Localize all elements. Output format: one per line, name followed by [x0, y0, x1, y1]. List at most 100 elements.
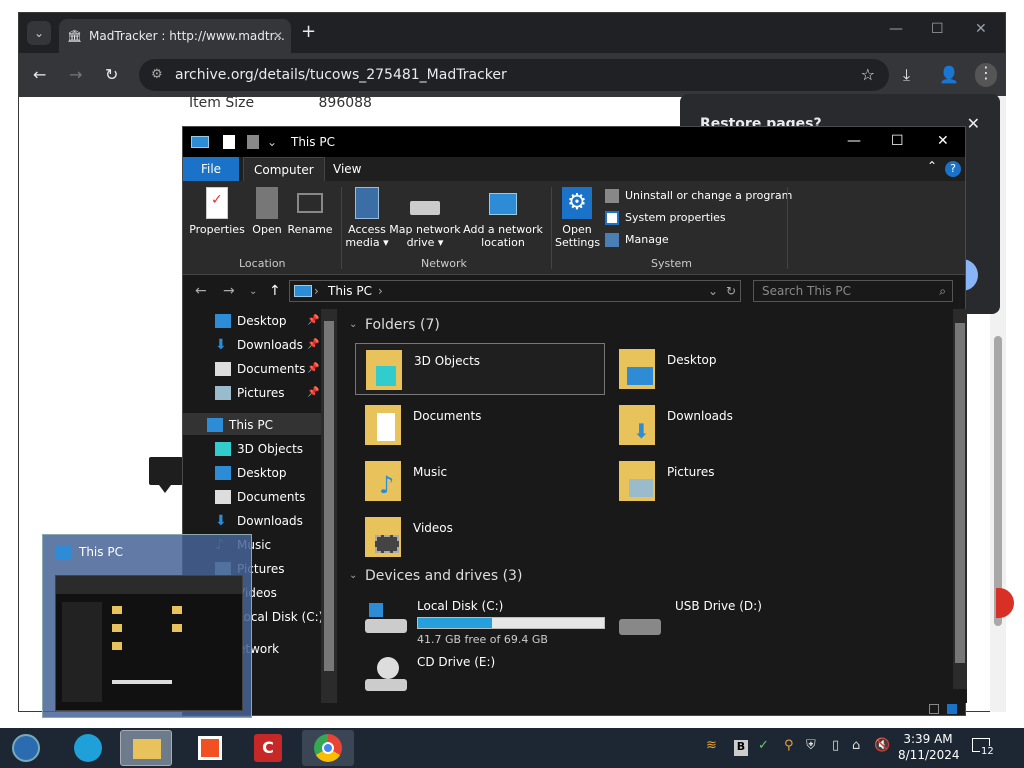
explorer-maximize-icon[interactable]: ☐	[891, 133, 904, 149]
add-network-location-button[interactable]: Add a network location	[463, 187, 543, 249]
taskbar-edge[interactable]	[62, 730, 114, 766]
nav-quick-downloads[interactable]: ⬇ Downloads	[215, 333, 303, 357]
help-icon[interactable]: ?	[945, 161, 961, 177]
folder-documents[interactable]: Documents	[355, 399, 605, 451]
rename-button[interactable]: Rename	[287, 187, 333, 236]
new-folder-qa-icon[interactable]	[247, 135, 259, 149]
open-button[interactable]: Open	[249, 187, 285, 236]
tray-b-icon[interactable]: B	[734, 740, 748, 756]
notifications-button[interactable]: 12	[970, 736, 995, 758]
taskbar-file-explorer[interactable]	[120, 730, 172, 766]
collapse-caret-icon[interactable]: ⌄	[349, 570, 357, 581]
uninstall-label: Uninstall or change a program	[625, 189, 793, 202]
nav-quick-desktop[interactable]: Desktop	[215, 309, 287, 333]
nav-this-pc[interactable]: This PC	[207, 413, 273, 437]
chrome-maximize-icon[interactable]: ☐	[931, 21, 944, 37]
new-tab-plus-icon[interactable]: +	[301, 22, 316, 42]
nav-forward-icon[interactable]: →	[223, 283, 235, 299]
folder-videos[interactable]: Videos	[355, 511, 605, 563]
forward-arrow-icon[interactable]: →	[69, 65, 82, 85]
tab-view[interactable]: View	[323, 157, 371, 181]
folder-3d-objects[interactable]: 3D Objects	[355, 343, 605, 395]
chrome-scrollbar-thumb[interactable]	[994, 336, 1002, 626]
folder-downloads[interactable]: ⬇ Downloads	[609, 399, 859, 451]
ribbon-collapse-icon[interactable]: ⌃	[927, 159, 937, 173]
folder-pictures[interactable]: Pictures	[609, 455, 859, 507]
qa-dropdown-icon[interactable]: ⌄	[267, 135, 277, 149]
taskbar-chrome[interactable]	[302, 730, 354, 766]
system-properties-button[interactable]: System properties	[605, 209, 726, 227]
open-settings-button[interactable]: ⚙ Open Settings	[555, 187, 600, 249]
site-info-icon[interactable]: ⚙	[151, 59, 163, 91]
red-floating-button[interactable]	[996, 588, 1014, 618]
folders-section-header[interactable]: ⌄ Folders (7)	[349, 317, 440, 333]
refresh-icon[interactable]: ↻	[726, 281, 736, 301]
up-arrow-icon[interactable]: ↑	[269, 283, 281, 299]
tray-power-icon[interactable]: ⌂	[852, 738, 860, 753]
restore-close-icon[interactable]: ✕	[967, 114, 980, 133]
chrome-close-icon[interactable]: ✕	[975, 21, 987, 37]
tab-close-icon[interactable]: ✕	[273, 19, 283, 53]
bookmark-star-icon[interactable]: ☆	[861, 59, 875, 91]
nav-downloads[interactable]: ⬇ Downloads	[215, 509, 303, 533]
uninstall-program-button[interactable]: Uninstall or change a program	[605, 187, 792, 205]
tab-computer[interactable]: Computer	[243, 157, 325, 181]
properties-button[interactable]: ✓ Properties	[189, 187, 245, 236]
nav-scrollbar[interactable]	[321, 309, 337, 703]
start-button[interactable]	[4, 730, 48, 766]
explorer-search-input[interactable]: Search This PC ⌕	[753, 280, 953, 302]
address-after-chevron-icon[interactable]: ›	[378, 281, 383, 301]
nav-desktop[interactable]: Desktop	[215, 461, 287, 485]
explorer-address-bar[interactable]: › This PC › ⌄ ↻	[289, 280, 741, 302]
nav-3d-objects[interactable]: 3D Objects	[215, 437, 303, 461]
tray-app-icon[interactable]: ≋	[706, 738, 717, 753]
chrome-minimize-icon[interactable]: —	[889, 21, 903, 37]
explorer-close-icon[interactable]: ✕	[937, 133, 949, 149]
tab-search-chevron-icon[interactable]: ⌄	[27, 21, 51, 45]
nav-scrollbar-thumb[interactable]	[324, 321, 334, 671]
nav-quick-documents[interactable]: Documents	[215, 357, 305, 381]
address-dropdown-icon[interactable]: ⌄	[708, 281, 718, 301]
recent-locations-icon[interactable]: ⌄	[249, 286, 257, 297]
drive-local-disk-c[interactable]: Local Disk (C:) 41.7 GB free of 69.4 GB	[361, 597, 621, 649]
drives-section-header[interactable]: ⌄ Devices and drives (3)	[349, 568, 522, 584]
reload-icon[interactable]: ↻	[105, 65, 118, 85]
drive-usb-d[interactable]: USB Drive (D:)	[615, 597, 875, 649]
taskbar-clock[interactable]: 3:39 AM 8/11/2024	[898, 731, 960, 763]
taskbar-ccleaner[interactable]: C	[242, 730, 294, 766]
collapse-caret-icon[interactable]: ⌄	[349, 319, 357, 330]
access-media-button[interactable]: Access media ▾	[345, 187, 389, 249]
properties-qa-icon[interactable]	[223, 135, 235, 149]
nav-quick-pictures[interactable]: Pictures	[215, 381, 285, 405]
taskbar-store[interactable]	[184, 730, 236, 766]
taskbar-thumbnail-preview[interactable]: This PC	[42, 534, 252, 718]
tray-key-icon[interactable]: ⚲	[784, 738, 794, 753]
explorer-minimize-icon[interactable]: —	[847, 133, 861, 149]
large-icons-view-icon[interactable]	[947, 704, 957, 714]
nav-documents[interactable]: Documents	[215, 485, 305, 509]
tray-shield-icon[interactable]: ⛨	[806, 738, 816, 753]
chrome-tab[interactable]: 🏛 MadTracker : http://www.madtr... ✕	[59, 19, 291, 53]
address-bar[interactable]: ⚙ archive.org/details/tucows_275481_MadT…	[139, 59, 889, 91]
profile-icon[interactable]: 👤	[939, 65, 959, 85]
content-scrollbar-thumb[interactable]	[955, 323, 965, 663]
content-scrollbar[interactable]	[953, 309, 967, 689]
address-chevron-icon[interactable]: ›	[314, 281, 319, 301]
tray-muted-speaker-icon[interactable]: 🔇	[874, 738, 890, 753]
folder-music[interactable]: ♪ Music	[355, 455, 605, 507]
tray-usb-icon[interactable]: ▯	[832, 738, 839, 753]
map-network-drive-button[interactable]: Map network drive ▾	[389, 187, 461, 249]
tab-file[interactable]: File	[183, 157, 239, 181]
manage-button[interactable]: Manage	[605, 231, 669, 249]
details-view-icon[interactable]	[929, 704, 939, 714]
chrome-menu-icon[interactable]: ⋮	[975, 63, 997, 87]
folder-desktop[interactable]: Desktop	[609, 343, 859, 395]
download-icon[interactable]: ⤓	[903, 65, 910, 85]
windows-taskbar: C ≋ B ✓ ⚲ ⛨ ▯ ⌂ 🔇 3:39 AM 8/11/2024 12	[0, 728, 1024, 768]
tray-sync-icon[interactable]: ✓	[758, 738, 769, 753]
nav-back-icon[interactable]: ←	[195, 283, 207, 299]
drive-cd-e[interactable]: CD Drive (E:)	[361, 653, 621, 705]
settings-gear-icon: ⚙	[562, 187, 592, 219]
back-arrow-icon[interactable]: ←	[33, 65, 46, 85]
chat-bubble-icon[interactable]	[149, 457, 183, 493]
